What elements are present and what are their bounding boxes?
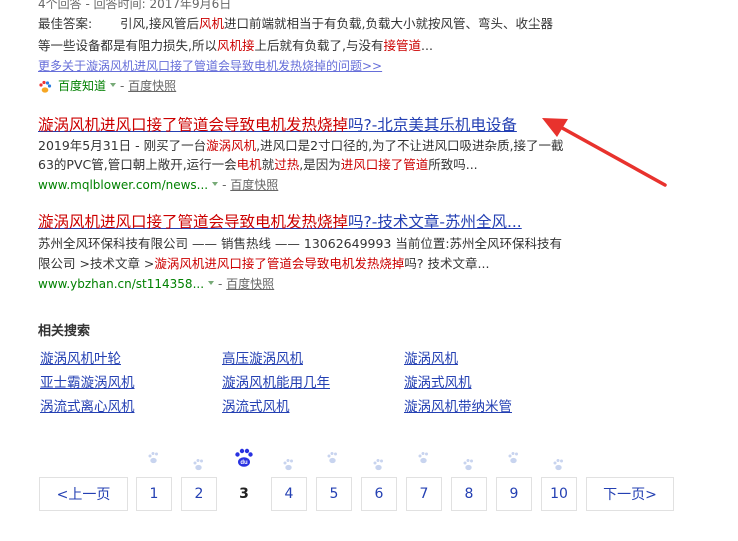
result1-url-row: www.mqlblower.com/news... - 百度快照: [38, 176, 278, 193]
snapshot-link-2[interactable]: - 百度快照: [218, 275, 274, 292]
baidu-paw-icon: [38, 79, 52, 93]
svg-text:du: du: [240, 460, 248, 466]
prev-page-button[interactable]: <上一页: [39, 477, 128, 511]
page-button[interactable]: 6: [361, 477, 397, 511]
related-link[interactable]: 漩涡风机: [404, 351, 458, 367]
related-link[interactable]: 亚士霸漩涡风机: [40, 375, 135, 391]
answer-meta: 4个回答 - 回答时间: 2017年9月6日: [38, 0, 232, 11]
best-answer-line-1: 最佳答案: 引风,接风管后风机进口前端就相当于有负载,负载大小就按风管、弯头、收…: [38, 16, 554, 31]
page-button[interactable]: 2: [181, 477, 217, 511]
best-answer-line-2: 等一些设备都是有阻力损失,所以风机接上后就有负载了,与没有接管道...: [38, 38, 433, 53]
chevron-down-icon[interactable]: [212, 181, 219, 186]
page-button[interactable]: 9: [496, 477, 532, 511]
result1-title-link[interactable]: 漩涡风机进风口接了管道会导致电机发热烧掉吗?-北京美其乐机电设备: [38, 113, 517, 135]
more-questions-link[interactable]: 更多关于漩涡风机进风口接了管道会导致电机发热烧掉的问题>>: [38, 57, 382, 74]
baidu-logo-paw-icon: du: [235, 448, 253, 467]
result2-abstract-line-2: 限公司 >技术文章 >漩涡风机进风口接了管道会导致电机发热烧掉吗? 技术文章..…: [38, 256, 490, 271]
chevron-down-icon[interactable]: [110, 82, 117, 87]
paw-icon: [148, 452, 158, 464]
result0-source-row: 百度知道 - 百度快照: [38, 77, 176, 94]
page-button[interactable]: 5: [316, 477, 352, 511]
result1-abstract-line-2: 63的PVC管,管口朝上敞开,运行一会电机就过热,是因为进风口接了管道所致吗..…: [38, 157, 478, 172]
related-link[interactable]: 漩涡风机带纳米管: [404, 399, 512, 415]
source-zhidao[interactable]: 百度知道: [58, 77, 106, 94]
related-link[interactable]: 涡流式离心风机: [40, 399, 135, 415]
result2-url-row: www.ybzhan.cn/st114358... - 百度快照: [38, 275, 274, 292]
paw-icon: [283, 459, 293, 471]
paw-icon: [373, 459, 383, 471]
paw-icon: [418, 452, 428, 464]
result2-url[interactable]: www.ybzhan.cn/st114358...: [38, 277, 204, 291]
next-page-button[interactable]: 下一页>: [586, 477, 674, 511]
page-button[interactable]: 1: [136, 477, 172, 511]
related-link[interactable]: 涡流式风机: [222, 399, 290, 415]
snapshot-link-1[interactable]: - 百度快照: [222, 176, 278, 193]
paw-icon: [193, 459, 203, 471]
page-button[interactable]: 7: [406, 477, 442, 511]
result2-title-link[interactable]: 漩涡风机进风口接了管道会导致电机发热烧掉吗?-技术文章-苏州全风...: [38, 210, 522, 232]
paw-icon: [553, 459, 563, 471]
result1-abstract-line-1: 2019年5月31日 - 刚买了一台漩涡风机,进风口是2寸口径的,为了不让进风口…: [38, 138, 564, 153]
related-link[interactable]: 漩涡风机叶轮: [40, 351, 121, 367]
annotation-arrow-icon: [542, 118, 667, 187]
chevron-down-icon[interactable]: [208, 280, 215, 285]
snapshot-link-0[interactable]: - 百度快照: [120, 77, 176, 94]
related-link[interactable]: 漩涡风机能用几年: [222, 375, 330, 391]
paw-icon: [463, 459, 473, 471]
result2-abstract-line-1: 苏州全风环保科技有限公司 —— 销售热线 —— 13062649993 当前位置…: [38, 236, 563, 251]
result1-url[interactable]: www.mqlblower.com/news...: [38, 178, 208, 192]
paw-icon: [508, 452, 518, 464]
related-link[interactable]: 漩涡式风机: [404, 375, 472, 391]
page-button[interactable]: 8: [451, 477, 487, 511]
page-button[interactable]: 4: [271, 477, 307, 511]
current-page: 3: [226, 477, 262, 511]
page-button[interactable]: 10: [541, 477, 577, 511]
related-searches-heading: 相关搜索: [38, 324, 91, 339]
related-link[interactable]: 高压漩涡风机: [222, 351, 303, 367]
paw-icon: [327, 452, 337, 464]
